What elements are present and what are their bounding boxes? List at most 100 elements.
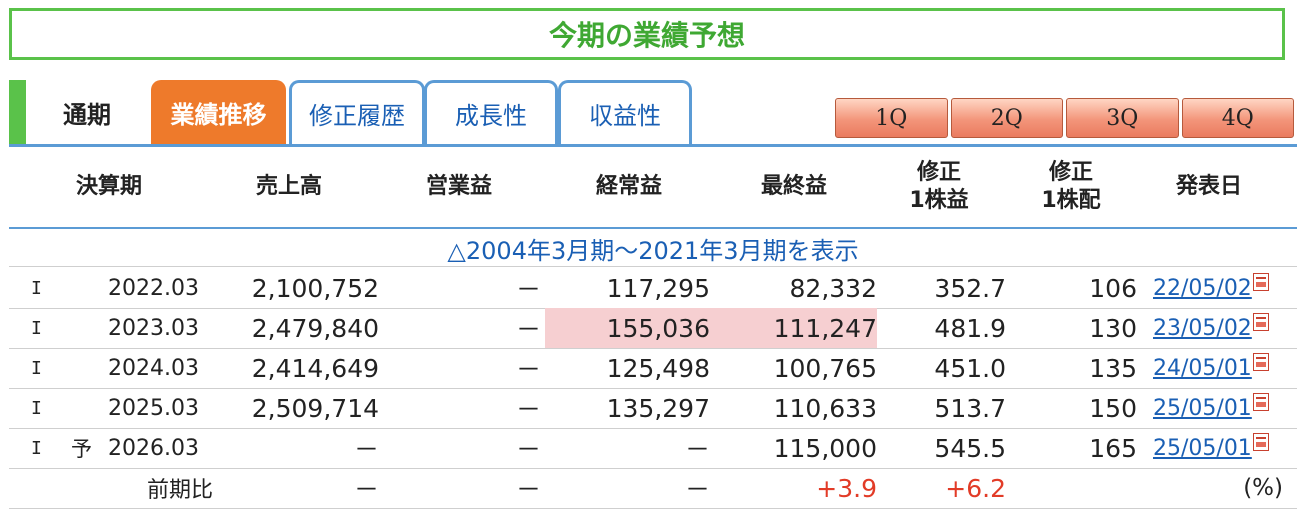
- row-operating: －: [515, 315, 541, 344]
- header-sales-label: 売上高: [255, 174, 322, 199]
- tab-revision-history[interactable]: 修正履歴: [289, 80, 425, 144]
- row-net: 111,247: [710, 308, 877, 348]
- table-row: I 2025.03 2,509,714 － 135,297 110,633 51…: [9, 388, 1297, 428]
- row-type: I: [31, 357, 42, 379]
- quarter-selector: 1Q 2Q 3Q 4Q: [835, 98, 1297, 142]
- row-operating: －: [515, 435, 541, 464]
- row-dividend: 130: [1089, 313, 1137, 343]
- header-ordinary-label: 経常益: [595, 174, 662, 199]
- yoy-unit: (%): [1243, 475, 1283, 501]
- header-announce-label: 発表日: [1175, 174, 1242, 199]
- row-eps: 545.5: [934, 433, 1006, 463]
- yoy-net: +3.9: [816, 473, 877, 503]
- row-ordinary: 117,295: [606, 273, 710, 303]
- announce-date-link[interactable]: 25/05/01: [1153, 396, 1252, 421]
- yoy-ordinary: －: [684, 475, 710, 504]
- row-announce: 22/05/02: [1153, 268, 1300, 308]
- quarter-button-3q[interactable]: 3Q: [1066, 98, 1179, 138]
- row-period: 2024.03: [108, 355, 199, 381]
- section-title: 今期の業績予想: [9, 8, 1285, 60]
- announce-date-link[interactable]: 22/05/02: [1153, 276, 1252, 301]
- tab-profitability[interactable]: 収益性: [558, 80, 692, 144]
- row-dividend: 165: [1089, 433, 1137, 463]
- header-dividend-line1: 修正: [1048, 160, 1093, 185]
- row-sales: 2,414,649: [251, 353, 379, 383]
- row-announce: 23/05/02: [1153, 308, 1300, 348]
- yoy-sales: －: [353, 475, 379, 504]
- row-period: 2025.03: [108, 395, 199, 421]
- row-ordinary: －: [684, 435, 710, 464]
- row-announce: 24/05/01: [1153, 348, 1300, 388]
- header-eps-line1: 修正: [916, 160, 961, 185]
- row-type: I: [31, 317, 42, 339]
- pdf-icon[interactable]: [1252, 313, 1269, 331]
- tab-growth[interactable]: 成長性: [424, 80, 558, 144]
- table-header: 決算期 売上高 営業益 経常益 最終益 修正 1株益 修正 1株配 発表日: [9, 147, 1297, 227]
- row-dividend: 135: [1089, 353, 1137, 383]
- announce-date-link[interactable]: 25/05/01: [1153, 436, 1252, 461]
- row-operating: －: [515, 275, 541, 304]
- row-sales: －: [353, 435, 379, 464]
- row-eps: 451.0: [934, 353, 1006, 383]
- header-net-label: 最終益: [760, 174, 827, 199]
- pdf-icon[interactable]: [1252, 273, 1269, 291]
- pdf-icon[interactable]: [1252, 353, 1269, 371]
- row-period: 2026.03: [108, 435, 199, 461]
- row-ordinary: 125,498: [606, 353, 710, 383]
- header-period: 決算期: [49, 147, 169, 227]
- header-eps-line2: 1株益: [909, 188, 969, 213]
- header-sales: 売上高: [229, 147, 349, 227]
- table-bottom-border: [9, 508, 1297, 509]
- header-divider: [9, 227, 1297, 229]
- row-type: I: [31, 437, 42, 459]
- yoy-operating: －: [515, 475, 541, 504]
- row-net: 100,765: [773, 353, 877, 383]
- tab-earnings-trend[interactable]: 業績推移: [151, 80, 286, 144]
- row-net: 82,332: [789, 273, 877, 303]
- row-ordinary: 155,036: [545, 308, 710, 348]
- header-eps: 修正 1株益: [889, 147, 989, 227]
- header-dividend-line2: 1株配: [1041, 188, 1101, 213]
- row-dividend: 106: [1089, 273, 1137, 303]
- row-announce: 25/05/01: [1153, 428, 1300, 468]
- row-announce: 25/05/01: [1153, 388, 1300, 428]
- quarter-button-2q[interactable]: 2Q: [950, 98, 1063, 138]
- row-sales: 2,509,714: [251, 393, 379, 423]
- row-eps: 513.7: [934, 393, 1006, 423]
- tab-bar: 通期 業績推移 修正履歴 成長性 収益性 1Q 2Q 3Q 4Q: [9, 80, 1297, 144]
- table-row: I 予 2026.03 － － － 115,000 545.5 165 25/0…: [9, 428, 1297, 468]
- row-ordinary: 135,297: [606, 393, 710, 423]
- yoy-eps: +6.2: [945, 473, 1006, 503]
- header-operating-label: 営業益: [425, 174, 492, 199]
- row-operating: －: [515, 395, 541, 424]
- header-dividend: 修正 1株配: [1021, 147, 1121, 227]
- table-row: I 2022.03 2,100,752 － 117,295 82,332 352…: [9, 268, 1297, 308]
- table-row: I 2024.03 2,414,649 － 125,498 100,765 45…: [9, 348, 1297, 388]
- quarter-button-1q[interactable]: 1Q: [835, 98, 948, 138]
- tab-annual: 通期: [63, 100, 111, 129]
- row-type: I: [31, 397, 42, 419]
- table-row: I 2023.03 2,479,840 － 155,036 111,247 48…: [9, 308, 1297, 348]
- pdf-icon[interactable]: [1252, 433, 1269, 451]
- announce-date-link[interactable]: 24/05/01: [1153, 356, 1252, 381]
- header-announce: 発表日: [1159, 147, 1259, 227]
- row-period: 2022.03: [108, 275, 199, 301]
- row-period: 2023.03: [108, 315, 199, 341]
- header-net: 最終益: [734, 147, 854, 227]
- header-operating: 営業益: [399, 147, 519, 227]
- row-net: 110,633: [773, 393, 877, 423]
- expand-history-link[interactable]: △2004年3月期～2021年3月期を表示: [9, 230, 1297, 266]
- section-title-text: 今期の業績予想: [548, 19, 745, 52]
- row-sales: 2,479,840: [251, 313, 379, 343]
- row-operating: －: [515, 355, 541, 384]
- row-type: I: [31, 277, 42, 299]
- yoy-row: 前期比 － － － +3.9 +6.2 (%): [9, 468, 1297, 508]
- pdf-icon[interactable]: [1252, 393, 1269, 411]
- yoy-label: 前期比: [146, 478, 213, 503]
- announce-date-link[interactable]: 23/05/02: [1153, 316, 1252, 341]
- row-divider: [9, 266, 1297, 267]
- row-eps: 481.9: [934, 313, 1006, 343]
- quarter-button-4q[interactable]: 4Q: [1181, 98, 1294, 138]
- row-dividend: 150: [1089, 393, 1137, 423]
- row-eps: 352.7: [934, 273, 1006, 303]
